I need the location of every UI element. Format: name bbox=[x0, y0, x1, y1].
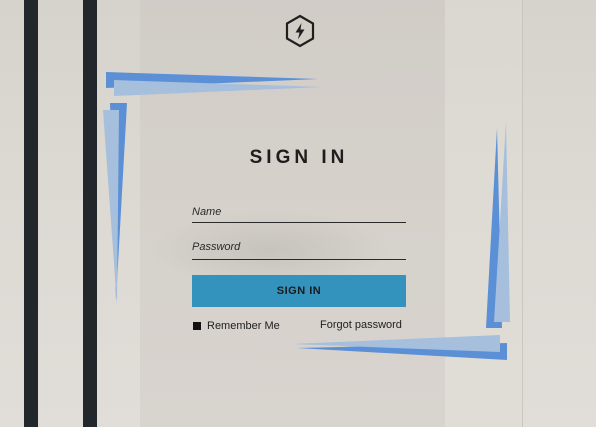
lightning-hexagon-icon bbox=[284, 14, 316, 48]
sign-in-title: SIGN IN bbox=[249, 147, 349, 168]
remember-label: Remember Me bbox=[207, 320, 280, 332]
name-field[interactable] bbox=[192, 202, 406, 223]
forgot-password-link[interactable]: Forgot password bbox=[320, 319, 402, 331]
remember-checkbox[interactable] bbox=[193, 322, 201, 330]
shard-left-light bbox=[103, 110, 119, 305]
password-input[interactable] bbox=[192, 238, 406, 256]
password-field[interactable] bbox=[192, 237, 406, 260]
name-input[interactable] bbox=[192, 203, 406, 221]
sign-in-button[interactable]: SIGN IN bbox=[192, 275, 406, 307]
remember-me[interactable]: Remember Me bbox=[193, 319, 280, 333]
